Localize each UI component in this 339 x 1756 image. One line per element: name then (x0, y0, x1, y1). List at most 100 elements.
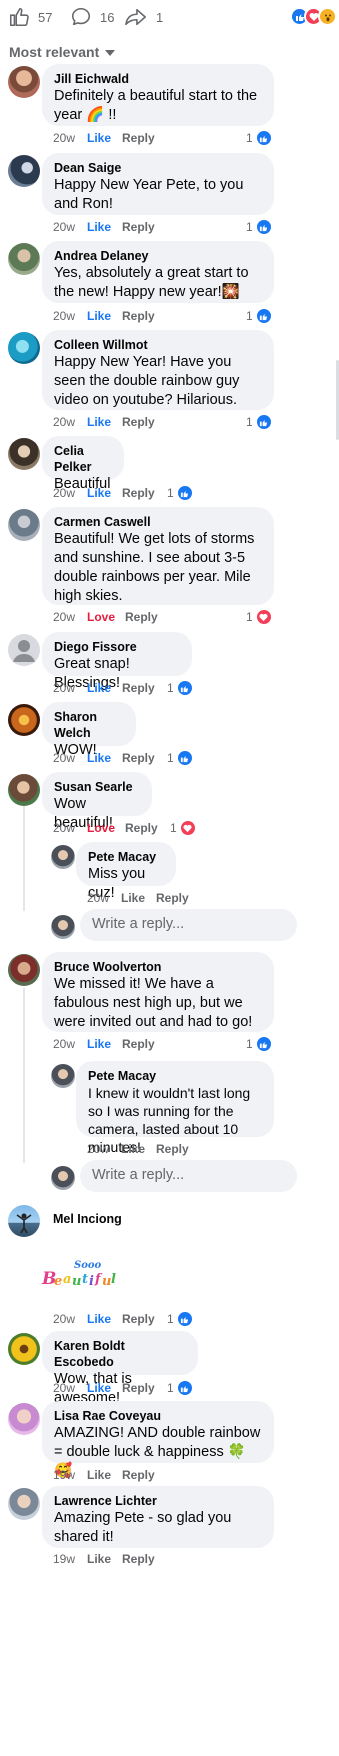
reaction-count[interactable]: 1 (246, 307, 273, 325)
reply-button[interactable]: Reply (122, 1037, 155, 1051)
reaction-count[interactable]: 1 (246, 608, 273, 626)
like-button[interactable]: Like (87, 131, 111, 145)
comment-time[interactable]: 19w (53, 1552, 75, 1566)
commenter-name[interactable]: Lawrence Lichter (54, 1493, 262, 1509)
avatar[interactable] (8, 1488, 40, 1520)
like-button[interactable]: Like (87, 1552, 111, 1566)
comment-time[interactable]: 20w (53, 821, 75, 835)
like-button[interactable]: Like (87, 681, 111, 695)
reaction-count[interactable]: 1 (246, 218, 273, 236)
reply-button[interactable]: Reply (122, 486, 155, 500)
avatar[interactable] (8, 243, 40, 275)
avatar[interactable] (51, 1064, 75, 1088)
reaction-count[interactable]: 1 (167, 1379, 194, 1397)
avatar[interactable] (8, 954, 40, 986)
commenter-name[interactable]: Diego Fissore (54, 639, 180, 655)
reply-button[interactable]: Reply (125, 610, 158, 624)
comment-time[interactable]: 20w (53, 486, 75, 500)
like-button[interactable]: Like (87, 220, 111, 234)
commenter-name[interactable]: Pete Macay (88, 849, 164, 865)
comment-time[interactable]: 20w (53, 1312, 75, 1326)
reply-button[interactable]: Reply (122, 1312, 155, 1326)
avatar[interactable] (8, 1205, 40, 1237)
sticker-image[interactable]: Sooo B e a u t i f u l (40, 1258, 118, 1289)
reply-button[interactable]: Reply (122, 415, 155, 429)
like-stat[interactable]: 57 (8, 6, 52, 28)
commenter-name[interactable]: Sharon Welch (54, 709, 124, 741)
reaction-count[interactable]: 1 (246, 1035, 273, 1053)
avatar[interactable] (8, 332, 40, 364)
commenter-name[interactable]: Susan Searle (54, 779, 140, 795)
reply-input[interactable]: Write a reply... (80, 1160, 297, 1192)
reply-button[interactable]: Reply (125, 821, 158, 835)
reaction-count[interactable]: 1 (167, 749, 194, 767)
reaction-count[interactable]: 1 (170, 819, 197, 837)
commenter-name[interactable]: Bruce Woolverton (54, 959, 262, 975)
reply-button[interactable]: Reply (122, 131, 155, 145)
comment-time[interactable]: 20w (53, 681, 75, 695)
commenter-name[interactable]: Carmen Caswell (54, 514, 262, 530)
comment-time[interactable]: 20w (87, 1142, 109, 1156)
reply-button[interactable]: Reply (156, 891, 189, 905)
reply-button[interactable]: Reply (122, 1468, 155, 1482)
avatar[interactable] (8, 634, 40, 666)
reaction-count[interactable]: 1 (246, 129, 273, 147)
reaction-count[interactable]: 1 (167, 679, 194, 697)
avatar[interactable] (8, 155, 40, 187)
commenter-name[interactable]: Karen Boldt Escobedo (54, 1338, 186, 1370)
avatar[interactable] (8, 704, 40, 736)
share-stat[interactable]: 1 (124, 6, 163, 28)
commenter-name[interactable]: Dean Saige (54, 160, 262, 176)
avatar[interactable] (8, 509, 40, 541)
like-button[interactable]: Like (87, 1312, 111, 1326)
like-button[interactable]: Like (87, 1468, 111, 1482)
sort-dropdown[interactable]: Most relevant (9, 44, 116, 60)
like-button[interactable]: Like (121, 1142, 145, 1156)
commenter-name[interactable]: Jill Eichwald (54, 71, 262, 87)
reaction-count[interactable]: 1 (246, 413, 273, 431)
commenter-name[interactable]: Lisa Rae Coveyau (54, 1408, 262, 1424)
comment-time[interactable]: 20w (87, 891, 109, 905)
love-button[interactable]: Love (87, 821, 115, 835)
reaction-count[interactable]: 1 (167, 484, 194, 502)
comment-time[interactable]: 20w (53, 1037, 75, 1051)
comment-time[interactable]: 20w (53, 220, 75, 234)
comment-stat[interactable]: 16 (70, 6, 114, 28)
commenter-name[interactable]: Pete Macay (88, 1068, 262, 1084)
reply-button[interactable]: Reply (156, 1142, 189, 1156)
comment-time[interactable]: 20w (53, 309, 75, 323)
comment-time[interactable]: 20w (53, 610, 75, 624)
reply-button[interactable]: Reply (122, 1381, 155, 1395)
reaction-summary[interactable] (290, 7, 337, 26)
love-button[interactable]: Love (87, 610, 115, 624)
comment-time[interactable]: 19w (53, 1468, 75, 1482)
comment-time[interactable]: 20w (53, 1381, 75, 1395)
comment-time[interactable]: 20w (53, 131, 75, 145)
like-button[interactable]: Like (87, 1037, 111, 1051)
like-button[interactable]: Like (87, 1381, 111, 1395)
commenter-name[interactable]: Colleen Willmot (54, 337, 262, 353)
like-button[interactable]: Like (121, 891, 145, 905)
avatar[interactable] (8, 66, 40, 98)
avatar[interactable] (51, 915, 75, 939)
like-button[interactable]: Like (87, 415, 111, 429)
reply-input[interactable]: Write a reply... (80, 909, 297, 941)
avatar[interactable] (8, 774, 40, 806)
comment-time[interactable]: 20w (53, 751, 75, 765)
like-button[interactable]: Like (87, 751, 111, 765)
reply-button[interactable]: Reply (122, 220, 155, 234)
avatar[interactable] (8, 438, 40, 470)
comment-time[interactable]: 20w (53, 415, 75, 429)
avatar[interactable] (8, 1403, 40, 1435)
like-button[interactable]: Like (87, 309, 111, 323)
commenter-name[interactable]: Mel Inciong (53, 1211, 122, 1227)
commenter-name[interactable]: Celia Pelker (54, 443, 112, 475)
avatar[interactable] (51, 1166, 75, 1190)
avatar[interactable] (8, 1333, 40, 1365)
reply-button[interactable]: Reply (122, 1552, 155, 1566)
reaction-count[interactable]: 1 (167, 1310, 194, 1328)
commenter-name[interactable]: Andrea Delaney (54, 248, 262, 264)
reply-button[interactable]: Reply (122, 309, 155, 323)
avatar[interactable] (51, 845, 75, 869)
reply-button[interactable]: Reply (122, 681, 155, 695)
